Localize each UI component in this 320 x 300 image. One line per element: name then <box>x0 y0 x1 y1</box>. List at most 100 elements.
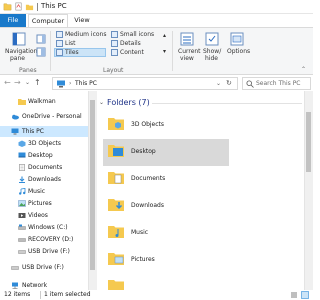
search-box[interactable]: Search This PC <box>242 77 311 90</box>
downloads-folder-icon <box>108 199 124 211</box>
nav-item-label: OneDrive - Personal <box>22 113 82 120</box>
current-view-label-2[interactable]: view <box>180 55 194 62</box>
list-option[interactable]: List <box>65 40 76 47</box>
status-separator <box>40 291 41 299</box>
show-hide-icon[interactable] <box>205 32 219 46</box>
nav-item-music[interactable]: Music <box>0 186 88 197</box>
breadcrumb-chevron-icon[interactable]: › <box>69 80 71 87</box>
folder-tile-desktop[interactable]: Desktop <box>103 139 229 166</box>
tab-computer[interactable]: Computer <box>28 14 68 27</box>
folder-tile-3d-objects[interactable]: 3D Objects <box>103 112 229 139</box>
nav-scrollbar-thumb[interactable] <box>90 100 95 270</box>
navigation-pane-label[interactable]: Navigation <box>5 48 37 55</box>
3d-objects-folder-icon <box>108 118 124 130</box>
collapse-ribbon-icon[interactable]: ⌃ <box>301 66 306 73</box>
up-arrow-icon[interactable]: ↑ <box>34 78 41 87</box>
nav-item-label: Music <box>28 188 46 195</box>
content-scrollbar-thumb[interactable] <box>306 112 311 172</box>
show-hide-label-2[interactable]: hide <box>205 55 218 62</box>
folder-label: Downloads <box>131 202 164 209</box>
nav-item-windows-c[interactable]: Windows (C:) <box>0 222 88 233</box>
layout-more-icon[interactable]: ▾ <box>163 48 166 55</box>
computer-icon <box>11 128 19 135</box>
layout-expand-icon[interactable]: ▴ <box>163 32 166 39</box>
folder-tile-videos[interactable] <box>103 274 229 290</box>
documents-icon <box>19 164 25 171</box>
nav-item-downloads[interactable]: Downloads <box>0 174 88 185</box>
details-view-icon[interactable] <box>290 291 298 299</box>
options-label[interactable]: Options <box>227 48 250 55</box>
breadcrumb-this-pc[interactable]: This PC <box>75 80 97 87</box>
nav-item-label: USB Drive (F:) <box>28 248 70 255</box>
folder-tile-pictures[interactable]: Pictures <box>103 247 229 274</box>
properties-icon[interactable] <box>14 2 23 11</box>
panes-group-label: Panes <box>19 67 37 74</box>
navigation-pane: Walkman OneDrive - Personal This PC 3D O… <box>0 91 97 290</box>
folder-tile-music[interactable]: Music <box>103 220 229 247</box>
details-icon <box>111 40 118 47</box>
nav-item-onedrive[interactable]: OneDrive - Personal <box>0 111 88 122</box>
medium-icons-option[interactable]: Medium icons <box>65 31 106 38</box>
nav-item-label: This PC <box>22 128 44 135</box>
this-pc-icon <box>57 80 65 88</box>
options-icon[interactable] <box>230 32 244 46</box>
folder-label: Documents <box>131 175 166 182</box>
folders-group-header[interactable]: Folders (7) <box>107 98 150 107</box>
search-input[interactable]: Search This PC <box>256 80 301 87</box>
nav-item-recovery-d[interactable]: RECOVERY (D:) <box>0 234 88 245</box>
navigation-pane-icon[interactable] <box>12 32 26 46</box>
nav-item-label: Windows (C:) <box>28 224 68 231</box>
layout-group-label: Layout <box>103 67 124 74</box>
details-pane-icon[interactable] <box>36 47 46 57</box>
current-view-label[interactable]: Current <box>178 48 201 55</box>
back-arrow-icon[interactable]: ← <box>4 78 11 87</box>
navigation-pane-label-2[interactable]: pane <box>10 55 25 62</box>
small-icons-icon <box>111 31 118 38</box>
forward-arrow-icon[interactable]: → <box>14 78 21 87</box>
tiles-option[interactable]: Tiles <box>65 49 79 56</box>
details-option[interactable]: Details <box>120 40 141 47</box>
recent-locations-icon[interactable]: ⌄ <box>25 79 30 86</box>
small-icons-option[interactable]: Small icons <box>120 31 154 38</box>
nav-item-pictures[interactable]: Pictures <box>0 198 88 209</box>
folder-tile-downloads[interactable]: Downloads <box>103 193 229 220</box>
ribbon-separator <box>50 31 51 71</box>
desktop-icon <box>18 152 26 158</box>
nav-item-desktop[interactable]: Desktop <box>0 150 88 161</box>
folder-icon <box>18 99 26 105</box>
nav-item-videos[interactable]: Videos <box>0 210 88 221</box>
address-row: ← → ⌄ ↑ › This PC ⌄ ↻ Search This PC <box>0 76 313 91</box>
music-icon <box>19 188 26 195</box>
address-bar[interactable]: › This PC ⌄ ↻ <box>52 77 238 90</box>
tiles-icon <box>56 49 63 56</box>
title-separator <box>37 3 38 11</box>
nav-item-walkman[interactable]: Walkman <box>0 96 88 107</box>
large-icons-view-icon[interactable] <box>301 291 309 299</box>
refresh-icon[interactable]: ↻ <box>226 79 232 87</box>
usb-drive-icon <box>18 250 26 254</box>
tab-file[interactable]: File <box>0 14 26 27</box>
nav-item-usb-drive-f[interactable]: USB Drive (F:) <box>0 246 88 257</box>
folder-tile-documents[interactable]: Documents <box>103 166 229 193</box>
nav-item-usb-drive-f-root[interactable]: USB Drive (F:) <box>0 262 88 273</box>
nav-item-this-pc[interactable]: This PC <box>0 126 88 137</box>
tab-view[interactable]: View <box>70 14 94 27</box>
nav-item-documents[interactable]: Documents <box>0 162 88 173</box>
collapse-chevron-icon[interactable]: ⌄ <box>99 99 104 106</box>
nav-item-3d-objects[interactable]: 3D Objects <box>0 138 88 149</box>
new-folder-icon[interactable] <box>25 2 34 11</box>
status-bar: 12 items 1 item selected <box>0 290 313 300</box>
preview-pane-icon[interactable] <box>36 34 46 44</box>
folder-label: Desktop <box>131 148 156 155</box>
address-dropdown-icon[interactable]: ⌄ <box>216 80 221 87</box>
nav-item-label: Pictures <box>28 200 52 207</box>
music-folder-icon <box>108 226 124 238</box>
show-hide-label[interactable]: Show/ <box>203 48 221 55</box>
window-title: This PC <box>41 2 67 10</box>
content-option[interactable]: Content <box>120 49 144 56</box>
cloud-icon <box>12 114 19 120</box>
videos-folder-icon <box>108 280 124 290</box>
current-view-icon[interactable] <box>180 32 194 46</box>
nav-item-label: RECOVERY (D:) <box>28 236 74 243</box>
folder-label: 3D Objects <box>131 121 165 128</box>
